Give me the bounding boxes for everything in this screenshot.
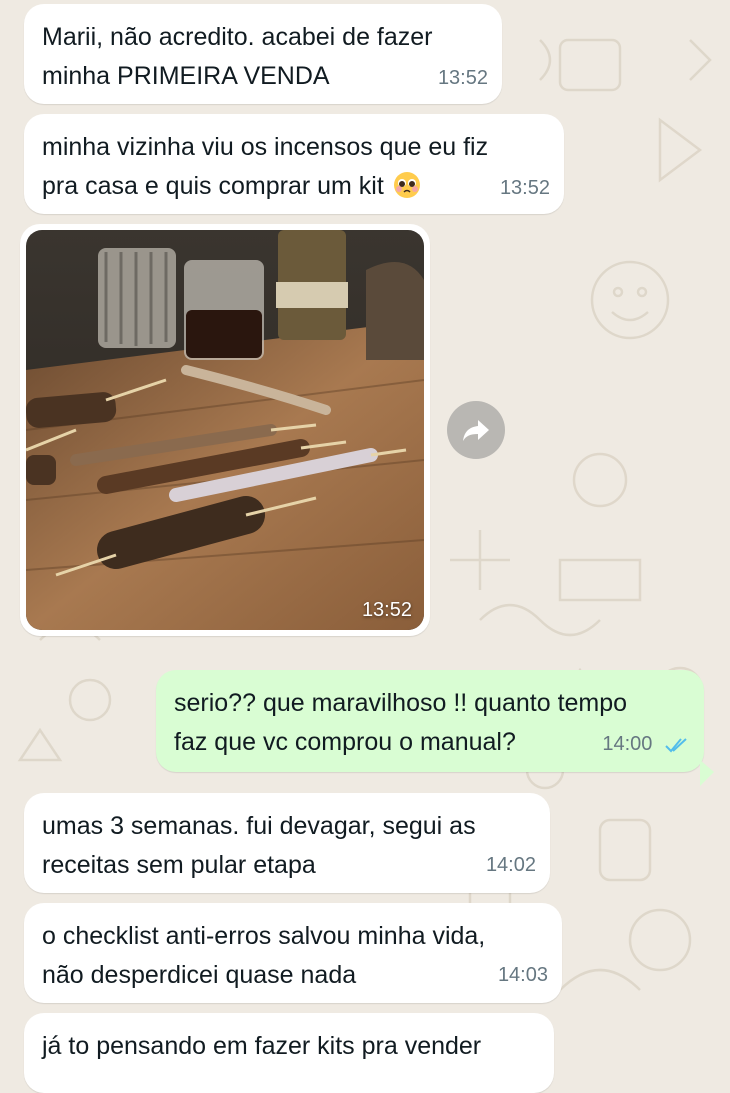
pleading-face-emoji <box>393 172 420 198</box>
message-bubble-outgoing[interactable]: serio?? que maravilhoso !! quanto tempo … <box>156 670 704 772</box>
message-timestamp: 14:02 <box>485 854 536 876</box>
message-text: já to pensando em fazer kits pra vender <box>42 1032 482 1060</box>
message-timestamp: 14:00 <box>602 725 690 764</box>
message-timestamp: 13:52 <box>437 67 488 89</box>
message-text: minha vizinha viu os incensos que eu fiz… <box>42 133 489 200</box>
message-text: serio?? que maravilhoso !! quanto tempo … <box>174 689 628 756</box>
forward-icon <box>463 420 489 441</box>
message-bubble-incoming[interactable]: minha vizinha viu os incensos que eu fiz… <box>24 114 564 214</box>
message-bubble-incoming[interactable]: o checklist anti-erros salvou minha vida… <box>24 903 562 1003</box>
message-text: Marii, não acredito. acabei de fazer min… <box>42 23 433 90</box>
bubble-tail <box>700 760 714 786</box>
message-bubble-incoming[interactable]: Marii, não acredito. acabei de fazer min… <box>24 4 502 104</box>
image-message-bubble[interactable]: 13:52 <box>20 224 430 636</box>
message-timestamp: 13:52 <box>499 177 550 199</box>
image-timestamp: 13:52 <box>361 599 412 621</box>
message-bubble-incoming[interactable]: umas 3 semanas. fui devagar, segui as re… <box>24 793 550 893</box>
forward-button[interactable] <box>447 401 505 459</box>
message-text: umas 3 semanas. fui devagar, segui as re… <box>42 812 476 879</box>
message-timestamp: 14:03 <box>497 964 548 986</box>
double-check-icon <box>665 738 687 753</box>
incense-sticks-photo[interactable] <box>26 230 424 630</box>
message-text: o checklist anti-erros salvou minha vida… <box>42 922 486 989</box>
message-bubble-incoming[interactable]: já to pensando em fazer kits pra vender <box>24 1013 554 1093</box>
